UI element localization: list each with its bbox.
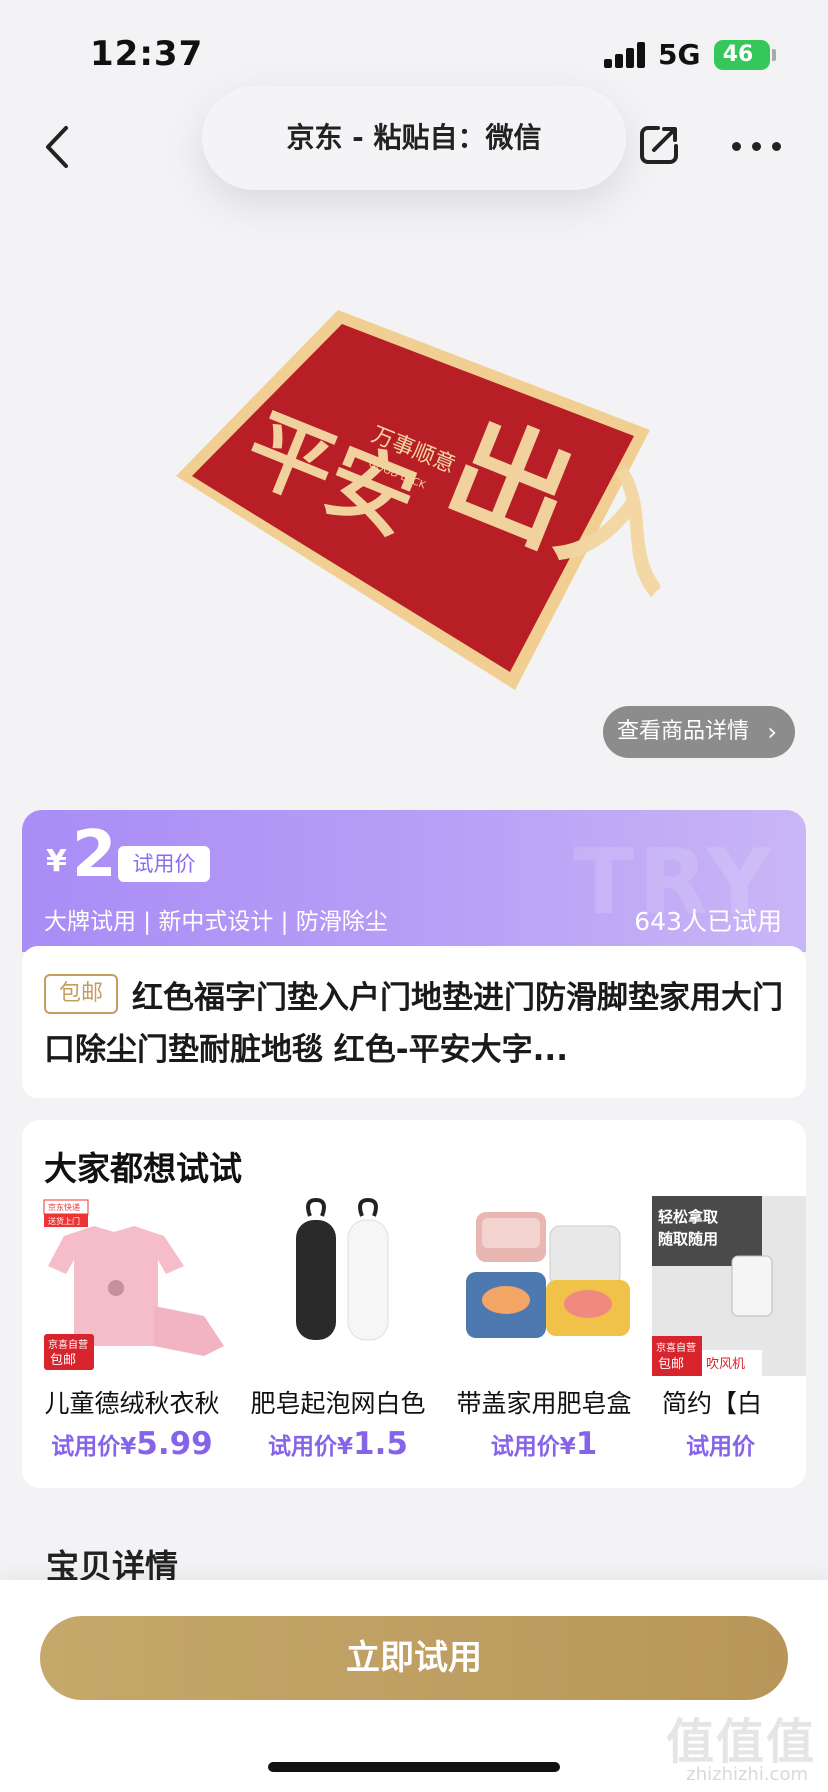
price-number: 1.5: [353, 1426, 408, 1462]
status-bar: 12:37 5G 46: [0, 0, 828, 100]
view-detail-label: 查看商品详情: [617, 719, 750, 744]
title-card: 包邮 红色福字门垫入户门地垫进门防滑脚垫家用大门口除尘门垫耐脏地毯 红色-平安大…: [22, 946, 806, 1098]
home-indicator[interactable]: [268, 1762, 560, 1772]
back-button[interactable]: [38, 122, 78, 172]
price-label: 试用价: [686, 1434, 755, 1460]
price-number: 1: [575, 1426, 598, 1462]
share-button[interactable]: [636, 122, 682, 168]
recommend-item-name: 带盖家用肥皂盒: [456, 1389, 632, 1418]
chevron-left-icon: [46, 126, 68, 168]
recommend-item[interactable]: 京东快递 送货上门 京喜自营 包邮 儿童德绒秋衣秋 试用价¥5.99: [34, 1196, 230, 1476]
trial-count: 643人已试用: [634, 907, 782, 936]
recommend-item[interactable]: 肥皂起泡网白色 试用价¥1.5: [240, 1196, 436, 1476]
recommend-item-name: 儿童德绒秋衣秋: [44, 1389, 220, 1418]
recommend-item[interactable]: 轻松拿取 随取随用 京喜自营 包邮 吹风机 简约【白 试用价: [652, 1196, 806, 1476]
recommend-item-price: 试用价¥1.5: [240, 1426, 436, 1462]
price-label: 试用价¥: [51, 1434, 137, 1460]
recommend-item-price: 试用价¥1: [446, 1426, 642, 1462]
trial-price-tag: 试用价: [118, 846, 210, 882]
thumb-line1: 轻松拿取: [658, 1208, 719, 1226]
price-number: 5.99: [136, 1426, 213, 1462]
thumb-badge-bottom: 京喜自营: [656, 1341, 696, 1354]
product-title: 红色福字门垫入户门地垫进门防滑脚垫家用大门口除尘门垫耐脏地毯 红色-平安大字..…: [44, 980, 783, 1068]
recommend-item-name: 肥皂起泡网白色: [250, 1389, 426, 1418]
status-time: 12:37: [90, 34, 204, 74]
thumb-badge-bottom: 京喜自营: [48, 1338, 88, 1351]
more-button[interactable]: [726, 134, 786, 158]
share-icon: [640, 126, 678, 164]
product-thumbnail: 轻松拿取 随取随用 京喜自营 包邮 吹风机: [652, 1196, 806, 1376]
price-label: 试用价¥: [490, 1434, 576, 1460]
thumb-badge-sub: 送货上门: [48, 1216, 80, 1226]
recommend-title: 大家都想试试: [44, 1149, 242, 1188]
price-label: 试用价¥: [268, 1434, 354, 1460]
watermark-logo: 值值值: [665, 1714, 816, 1770]
watermark-url: zhizhizhi.com: [686, 1764, 808, 1785]
product-thumbnail: 京东快递 送货上门 京喜自营 包邮: [34, 1196, 230, 1376]
recommend-card: 大家都想试试 京东快递 送货上门 京喜自营 包邮 儿童德绒秋衣秋 试用价¥5.9…: [22, 1120, 806, 1488]
network-type: 5G: [658, 38, 701, 71]
price-value: 2: [72, 818, 117, 892]
recommend-item-name: 简约【白: [662, 1389, 763, 1418]
price-card: TRY ¥ 2 试用价 大牌试用 | 新中式设计 | 防滑除尘 643人已试用: [22, 810, 806, 952]
thumb-badge-bottom3: 吹风机: [706, 1357, 745, 1372]
battery-tip: [772, 49, 776, 61]
nav-title: 京东 - 粘贴自：微信: [202, 86, 626, 190]
recommend-item[interactable]: 带盖家用肥皂盒 试用价¥1: [446, 1196, 642, 1476]
bottom-bar: 立即试用 值值值 zhizhizhi.com: [0, 1580, 828, 1792]
product-image[interactable]: 平安 出入 万事顺意 GOOD LUCK: [170, 300, 704, 700]
thumb-badge-bottom2: 包邮: [50, 1353, 76, 1368]
doormat-image: 平安 出入 万事顺意 GOOD LUCK: [176, 310, 704, 690]
feature-list: 大牌试用 | 新中式设计 | 防滑除尘: [44, 909, 388, 935]
recommend-item-price: 试用价¥5.99: [34, 1426, 230, 1462]
try-now-button[interactable]: 立即试用: [40, 1616, 788, 1700]
recommend-item-price: 试用价: [652, 1426, 806, 1462]
price-currency: ¥: [46, 844, 67, 879]
view-detail-button[interactable]: 查看商品详情 ›: [603, 706, 795, 758]
product-thumbnail: [446, 1196, 642, 1376]
thumb-line2: 随取随用: [658, 1230, 718, 1248]
signal-icon: [604, 42, 648, 68]
thumb-badge-bottom2: 包邮: [658, 1357, 684, 1372]
chevron-right-icon: ›: [767, 718, 777, 746]
battery-icon: 46: [714, 40, 770, 70]
product-thumbnail: [240, 1196, 436, 1376]
battery-level: 46: [722, 42, 754, 67]
thumb-badge-top: 京东快递: [48, 1202, 80, 1212]
